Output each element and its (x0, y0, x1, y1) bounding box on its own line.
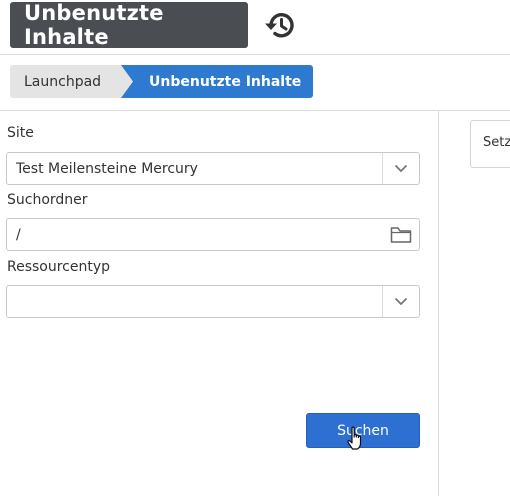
right-panel-text: Setz (483, 135, 510, 150)
folder-value: / (16, 226, 21, 243)
site-select[interactable]: Test Meilensteine Mercury (6, 152, 420, 185)
breadcrumb-label: Launchpad (24, 73, 102, 90)
search-form-panel: Site Test Meilensteine Mercury Suchordne… (0, 111, 439, 496)
breadcrumb-unbenutzte-inhalte[interactable]: Unbenutzte Inhalte (121, 65, 313, 98)
page-title: Unbenutzte Inhalte (10, 1, 248, 49)
site-label: Site (7, 125, 34, 141)
search-button[interactable]: Suchen (306, 413, 420, 448)
right-panel-card: Setz (470, 120, 510, 168)
breadcrumb: Launchpad Unbenutzte Inhalte (0, 55, 510, 111)
breadcrumb-launchpad[interactable]: Launchpad (10, 65, 134, 98)
site-value: Test Meilensteine Mercury (16, 160, 198, 177)
folder-icon[interactable] (383, 219, 419, 250)
history-icon[interactable] (263, 9, 297, 41)
breadcrumb-label: Unbenutzte Inhalte (149, 73, 302, 90)
folder-input[interactable]: / (6, 218, 420, 251)
resource-type-label: Ressourcentyp (7, 259, 111, 275)
resource-type-select[interactable] (6, 285, 420, 318)
app-header: Unbenutzte Inhalte (0, 0, 510, 55)
chevron-down-icon[interactable] (382, 153, 419, 184)
chevron-down-icon[interactable] (382, 286, 419, 317)
folder-label: Suchordner (7, 192, 88, 208)
